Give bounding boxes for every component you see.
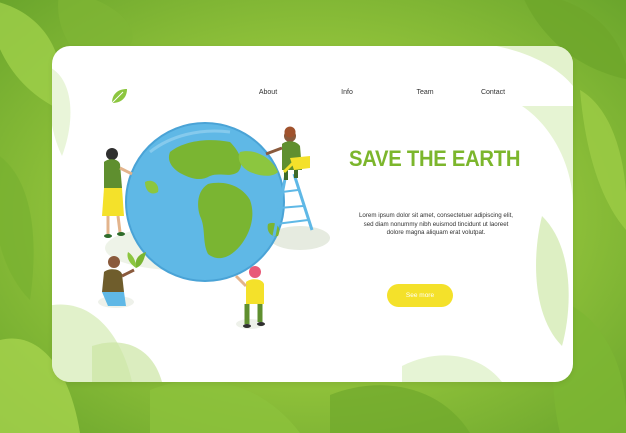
hero-card: About Info Team Contact SAVE THE EARTH L… bbox=[52, 46, 573, 382]
see-more-button[interactable]: See more bbox=[387, 284, 453, 307]
nav-link-team[interactable]: Team bbox=[416, 88, 433, 98]
top-nav: About Info Team Contact bbox=[52, 88, 573, 104]
earth-illustration bbox=[98, 122, 330, 329]
nav-link-contact[interactable]: Contact bbox=[481, 88, 505, 98]
globe bbox=[125, 122, 285, 282]
person-woman-right bbox=[234, 266, 265, 328]
hero-description: Lorem ipsum dolor sit amet, consectetuer… bbox=[358, 212, 514, 237]
hero-title: SAVE THE EARTH bbox=[349, 146, 521, 171]
nav-link-info[interactable]: Info bbox=[341, 88, 353, 98]
nav-link-about[interactable]: About bbox=[259, 88, 277, 98]
